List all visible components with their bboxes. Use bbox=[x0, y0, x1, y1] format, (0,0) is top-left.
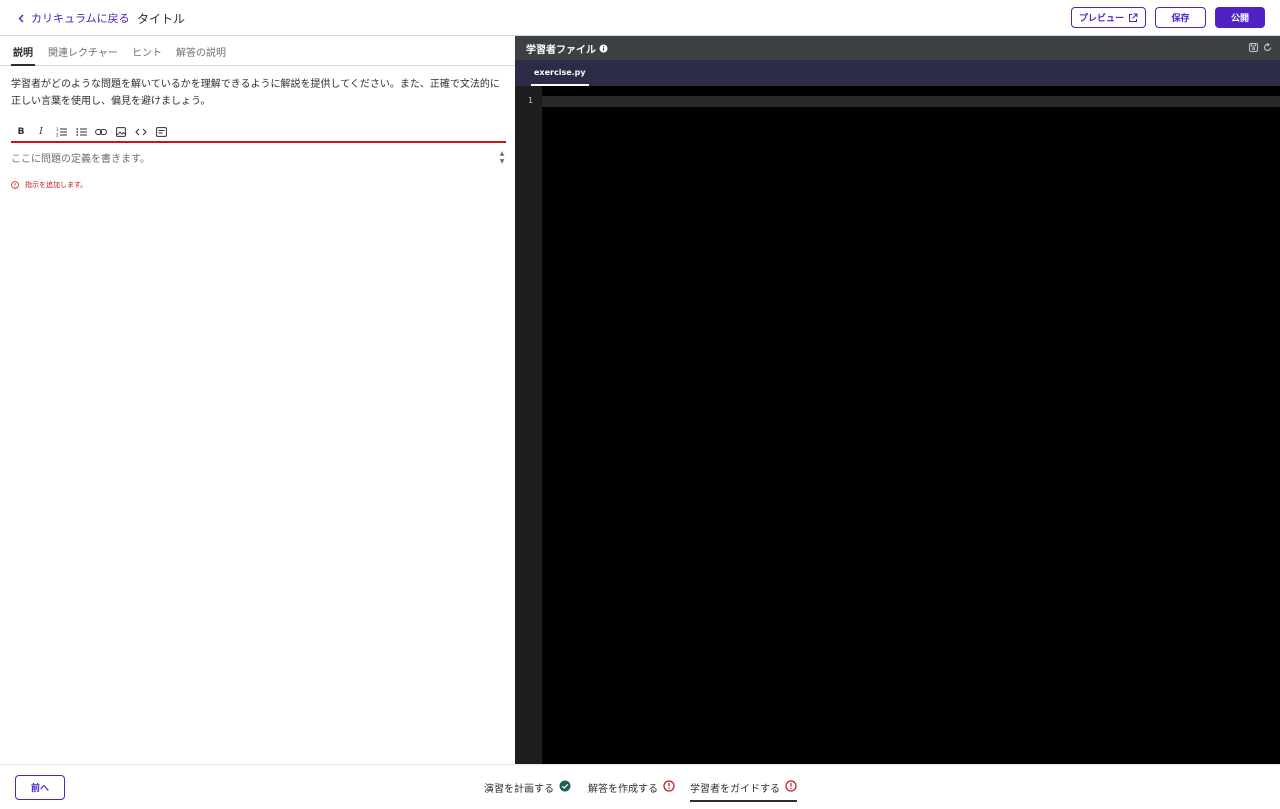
info-icon[interactable] bbox=[599, 44, 608, 53]
italic-icon[interactable]: I bbox=[31, 124, 51, 140]
learner-files-header: 学習者ファイル bbox=[515, 36, 1280, 60]
footer-bar: 前へ 演習を計画する 解答を作成する 学習者をガイドする bbox=[0, 764, 1280, 809]
line-number-gutter: 1 bbox=[515, 86, 542, 764]
problem-definition-editor[interactable]: ここに問題の定義を書きます。 ▲ ▼ bbox=[11, 149, 506, 169]
image-icon[interactable] bbox=[111, 124, 131, 140]
page-title: タイトル bbox=[137, 12, 186, 26]
step-guide-learners[interactable]: 学習者をガイドする bbox=[690, 780, 797, 802]
step-plan-exercise[interactable]: 演習を計画する bbox=[484, 780, 571, 802]
editor-placeholder: ここに問題の定義を書きます。 bbox=[11, 154, 150, 165]
link-icon[interactable] bbox=[91, 124, 111, 140]
file-tab-exercise-py[interactable]: exercise.py bbox=[531, 60, 589, 86]
description-tabs: 説明 関連レクチャー ヒント 解答の説明 bbox=[0, 36, 515, 66]
preview-button[interactable]: プレビュー bbox=[1071, 7, 1146, 28]
tab-description[interactable]: 説明 bbox=[11, 44, 35, 66]
tab-solution-explanation[interactable]: 解答の説明 bbox=[176, 44, 226, 66]
description-panel: 説明 関連レクチャー ヒント 解答の説明 学習者がどのような問題を解いているかを… bbox=[0, 36, 515, 764]
line-number: 1 bbox=[528, 96, 533, 105]
tab-hints[interactable]: ヒント bbox=[132, 44, 162, 66]
step-label: 学習者をガイドする bbox=[690, 784, 780, 795]
step-label: 演習を計画する bbox=[484, 784, 554, 795]
editor-actions bbox=[1249, 43, 1272, 52]
error-circle-icon bbox=[785, 780, 797, 792]
ordered-list-icon[interactable]: 12 bbox=[51, 124, 71, 140]
error-circle-icon bbox=[11, 181, 19, 189]
resize-handle-icon[interactable]: ▲ ▼ bbox=[498, 150, 506, 166]
previous-button[interactable]: 前へ bbox=[15, 775, 65, 800]
rich-text-toolbar: B I 12 bbox=[11, 122, 506, 143]
tab-related-lectures[interactable]: 関連レクチャー bbox=[48, 44, 118, 66]
check-circle-icon bbox=[559, 780, 571, 792]
code-block-icon[interactable] bbox=[151, 124, 171, 140]
back-link-label: カリキュラムに戻る bbox=[31, 12, 130, 25]
reset-icon[interactable] bbox=[1263, 43, 1272, 52]
top-bar: カリキュラムに戻る タイトル プレビュー 保存 公開 bbox=[0, 0, 1280, 36]
code-icon[interactable] bbox=[131, 124, 151, 140]
validation-error: 指示を追加します。 bbox=[11, 180, 87, 190]
svg-text:2: 2 bbox=[56, 132, 59, 137]
learner-files-panel: 学習者ファイル exercise.py 1 bbox=[515, 36, 1280, 764]
code-editor[interactable]: 1 bbox=[515, 86, 1280, 764]
bullet-list-icon[interactable] bbox=[71, 124, 91, 140]
active-line-highlight bbox=[542, 96, 1280, 107]
save-file-icon[interactable] bbox=[1249, 43, 1258, 52]
learner-files-title-text: 学習者ファイル bbox=[526, 45, 596, 56]
step-label: 解答を作成する bbox=[588, 784, 658, 795]
publish-button[interactable]: 公開 bbox=[1215, 7, 1265, 28]
chevron-left-icon bbox=[18, 14, 24, 22]
preview-button-label: プレビュー bbox=[1078, 14, 1124, 24]
save-button[interactable]: 保存 bbox=[1155, 7, 1206, 28]
file-tabs: exercise.py bbox=[515, 60, 1280, 86]
validation-error-text: 指示を追加します。 bbox=[25, 181, 88, 189]
back-to-curriculum-link[interactable]: カリキュラムに戻る bbox=[18, 10, 130, 26]
svg-text:1: 1 bbox=[56, 127, 59, 132]
external-link-icon bbox=[1129, 13, 1138, 22]
bold-icon[interactable]: B bbox=[11, 124, 31, 140]
step-create-solution[interactable]: 解答を作成する bbox=[588, 780, 675, 802]
learner-files-title: 学習者ファイル bbox=[526, 41, 608, 56]
error-circle-icon bbox=[663, 780, 675, 792]
instructions-text: 学習者がどのような問題を解いているかを理解できるように解説を提供してください。ま… bbox=[11, 79, 500, 107]
